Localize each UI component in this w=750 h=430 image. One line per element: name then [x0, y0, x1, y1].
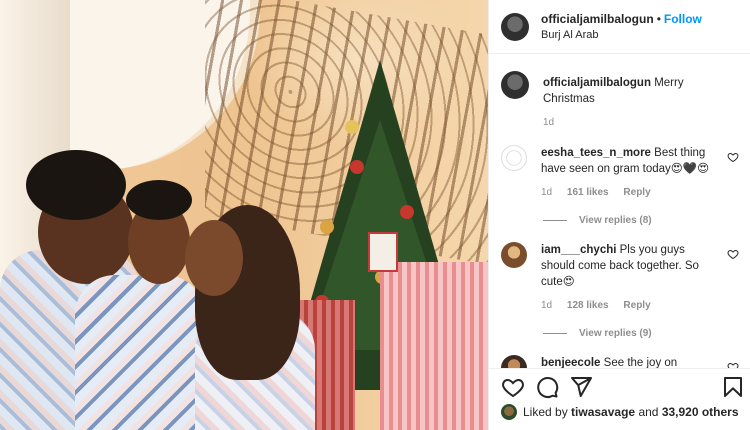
family-group: [0, 150, 330, 430]
post-photo[interactable]: [0, 0, 488, 430]
comment-body: iam___chychi Pls you guys should come ba…: [541, 242, 721, 314]
comment-likes[interactable]: 128 likes: [567, 300, 609, 311]
avatar[interactable]: [501, 242, 527, 268]
location-link[interactable]: Burj Al Arab: [541, 27, 702, 43]
share-icon[interactable]: [569, 375, 593, 399]
comment-icon[interactable]: [535, 375, 559, 399]
ornament: [350, 160, 364, 174]
liker-avatar[interactable]: [501, 404, 517, 420]
person-child-hair: [126, 180, 192, 220]
caption-body: officialjamilbalogun Merry Christmas 1d: [543, 71, 723, 131]
author-username[interactable]: officialjamilbalogun: [541, 12, 654, 26]
heart-icon[interactable]: [727, 151, 739, 163]
heart-icon[interactable]: [727, 248, 739, 260]
post-sidebar: officialjamilbalogun • Follow Burj Al Arab…: [488, 0, 750, 430]
view-replies-button[interactable]: View replies (8): [543, 215, 739, 226]
replies-divider: [543, 333, 567, 334]
separator-dot: •: [656, 11, 661, 26]
person-mom-head: [185, 220, 243, 296]
comments-section[interactable]: officialjamilbalogun Merry Christmas 1d …: [489, 55, 750, 368]
gift-box: [380, 262, 488, 430]
comment-username[interactable]: eesha_tees_n_more: [541, 147, 651, 159]
bookmark-icon[interactable]: [721, 375, 745, 399]
heart-icon[interactable]: [501, 375, 525, 399]
reply-button[interactable]: Reply: [623, 187, 650, 198]
likes-count[interactable]: 33,920 others: [662, 405, 739, 419]
caption: officialjamilbalogun Merry Christmas 1d: [501, 71, 739, 131]
header-text: officialjamilbalogun • Follow Burj Al Arab: [541, 11, 702, 43]
likes-summary: Liked by tiwasavage and 33,920 others: [501, 404, 739, 420]
follow-button[interactable]: Follow: [664, 12, 702, 26]
liker-username[interactable]: tiwasavage: [571, 405, 635, 419]
likes-prefix: Liked by: [523, 405, 568, 419]
avatar[interactable]: [501, 355, 527, 368]
avatar[interactable]: [501, 12, 529, 41]
view-replies-label[interactable]: View replies (8): [579, 215, 652, 226]
avatar[interactable]: [501, 71, 529, 99]
instagram-post: officialjamilbalogun • Follow Burj Al Arab…: [0, 0, 750, 430]
comment-body: eesha_tees_n_more Best thing have seen o…: [541, 145, 721, 201]
view-replies-button[interactable]: View replies (9): [543, 328, 739, 339]
post-header: officialjamilbalogun • Follow Burj Al Arab: [489, 0, 750, 54]
comment-age[interactable]: 1d: [541, 300, 552, 311]
gift-tag: [368, 232, 398, 272]
comment-body: benjeecole See the joy on Jamiam's face😂…: [541, 355, 721, 368]
comment-age[interactable]: 1d: [541, 187, 552, 198]
caption-meta: 1d: [543, 115, 723, 131]
comment-username[interactable]: benjeecole: [541, 357, 600, 368]
comment-username[interactable]: iam___chychi: [541, 244, 616, 256]
replies-divider: [543, 220, 567, 221]
comment-meta: 1d 161 likes Reply: [541, 185, 721, 201]
comment-item: benjeecole See the joy on Jamiam's face😂…: [501, 355, 739, 368]
caption-age[interactable]: 1d: [543, 117, 554, 128]
ornament: [345, 120, 359, 134]
person-child-body: [75, 275, 205, 430]
likes-and: and: [638, 405, 659, 419]
comment-meta: 1d 128 likes Reply: [541, 298, 721, 314]
heart-icon[interactable]: [727, 361, 739, 368]
view-replies-label[interactable]: View replies (9): [579, 328, 652, 339]
caption-username[interactable]: officialjamilbalogun: [543, 77, 651, 89]
person-dad-hair: [26, 150, 126, 220]
ornament: [400, 205, 414, 219]
comment-item: eesha_tees_n_more Best thing have seen o…: [501, 145, 739, 201]
comment-likes[interactable]: 161 likes: [567, 187, 609, 198]
avatar[interactable]: [501, 145, 527, 171]
comment-item: iam___chychi Pls you guys should come ba…: [501, 242, 739, 314]
action-bar: [489, 368, 750, 404]
reply-button[interactable]: Reply: [623, 300, 650, 311]
